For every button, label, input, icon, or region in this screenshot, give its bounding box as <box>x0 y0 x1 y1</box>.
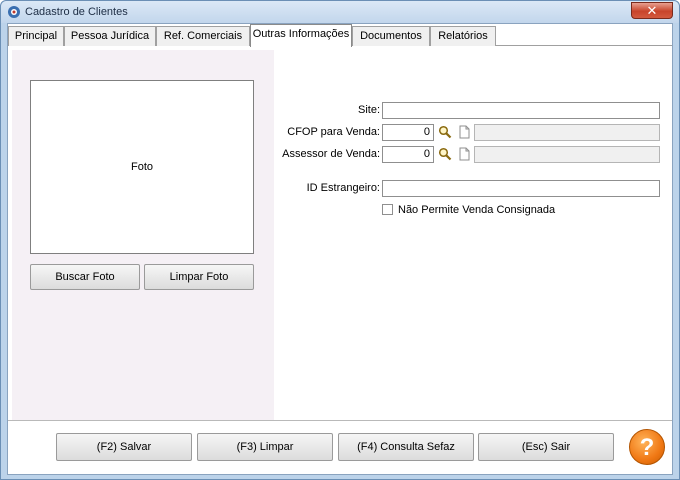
cfop-label: CFOP para Venda: <box>287 126 380 138</box>
photo-panel: Foto Buscar Foto Limpar Foto <box>12 50 274 422</box>
client-area: Principal Pessoa Jurídica Ref. Comerciai… <box>7 23 673 475</box>
search-icon[interactable] <box>438 147 452 161</box>
clear-photo-button[interactable]: Limpar Foto <box>144 264 254 290</box>
site-label: Site: <box>357 104 380 116</box>
cfop-input[interactable]: 0 <box>382 124 434 141</box>
tab-outras-informacoes[interactable]: Outras Informações <box>250 24 352 47</box>
photo-label: Foto <box>130 161 153 173</box>
action-bar: (F2) Salvar (F3) Limpar (F4) Consulta Se… <box>8 420 672 474</box>
no-consignment-checkbox[interactable] <box>382 204 393 215</box>
browse-photo-button[interactable]: Buscar Foto <box>30 264 140 290</box>
assessor-description <box>474 146 660 163</box>
clear-button[interactable]: (F3) Limpar <box>197 433 333 461</box>
no-consignment-label[interactable]: Não Permite Venda Consignada <box>398 204 555 216</box>
search-icon[interactable] <box>438 125 452 139</box>
new-document-icon[interactable] <box>457 147 471 161</box>
main-window: Cadastro de Clientes ✕ Principal Pessoa … <box>0 0 680 480</box>
site-input[interactable] <box>382 102 660 119</box>
app-icon <box>8 6 20 18</box>
photo-frame: Foto <box>30 80 254 254</box>
tab-documentos[interactable]: Documentos <box>352 26 430 46</box>
cfop-description <box>474 124 660 141</box>
id-estrangeiro-label: ID Estrangeiro: <box>306 182 380 194</box>
help-icon[interactable]: ? <box>629 429 665 465</box>
new-document-icon[interactable] <box>457 125 471 139</box>
tab-pessoa-juridica[interactable]: Pessoa Jurídica <box>64 26 156 46</box>
tab-ref-comerciais[interactable]: Ref. Comerciais <box>156 26 250 46</box>
tab-strip: Principal Pessoa Jurídica Ref. Comerciai… <box>8 24 672 47</box>
window-title: Cadastro de Clientes <box>25 6 128 18</box>
assessor-input[interactable]: 0 <box>382 146 434 163</box>
save-button[interactable]: (F2) Salvar <box>56 433 192 461</box>
tab-principal[interactable]: Principal <box>8 26 64 46</box>
assessor-label: Assessor de Venda: <box>282 148 380 160</box>
close-button[interactable]: ✕ <box>631 2 673 19</box>
title-bar[interactable]: Cadastro de Clientes ✕ <box>1 1 679 23</box>
id-estrangeiro-input[interactable] <box>382 180 660 197</box>
tab-page-outras-informacoes: Foto Buscar Foto Limpar Foto Site: CFOP … <box>8 46 672 422</box>
consult-sefaz-button[interactable]: (F4) Consulta Sefaz <box>338 433 474 461</box>
tab-relatorios[interactable]: Relatórios <box>430 26 496 46</box>
exit-button[interactable]: (Esc) Sair <box>478 433 614 461</box>
